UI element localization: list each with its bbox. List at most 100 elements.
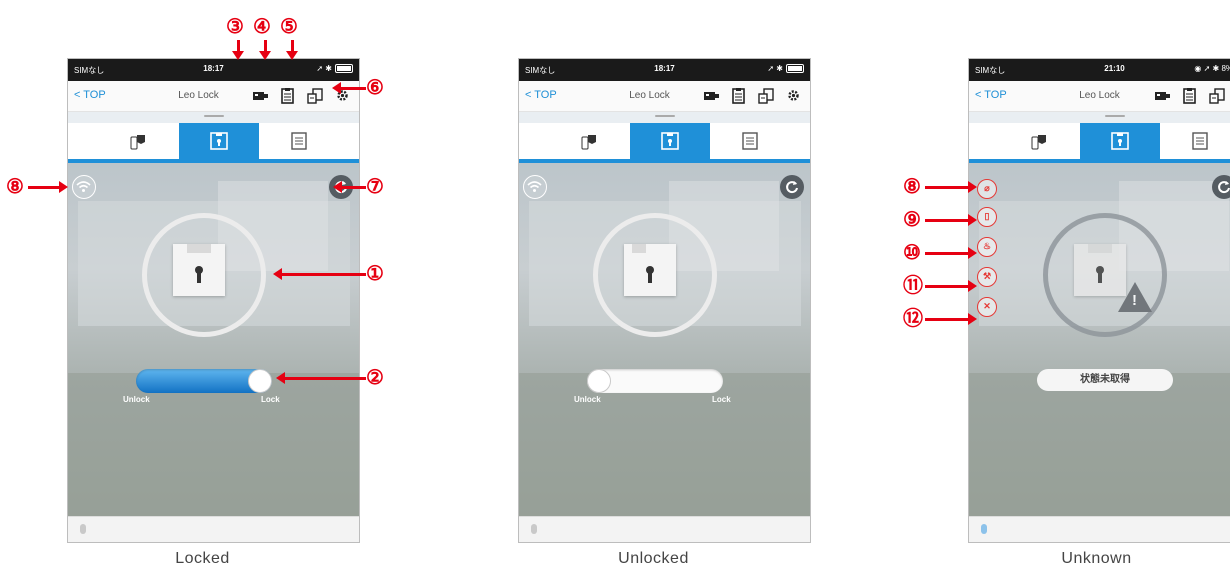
annotation-8b: ⑧ — [903, 176, 921, 198]
background-ground — [519, 373, 810, 516]
tab-bar — [519, 123, 810, 159]
lock-button[interactable] — [593, 213, 717, 337]
arrow-3 — [232, 40, 244, 60]
refresh-icon — [786, 181, 798, 194]
lock-button[interactable]: ! — [1043, 213, 1167, 337]
lock-icon — [173, 244, 225, 296]
tab-key-phone[interactable] — [1000, 123, 1080, 159]
tab-history[interactable] — [710, 123, 790, 159]
tab-bar — [68, 123, 359, 159]
share-icon[interactable] — [757, 87, 775, 104]
annotation-7: ⑦ — [366, 176, 384, 198]
annotation-2: ② — [366, 367, 384, 389]
lock-panel: ⌀ ▯ ♨ ⚒ ✕ ! 状態未取得 — [969, 163, 1230, 516]
caption-unknown: Unknown — [1061, 550, 1132, 567]
status-bar: SIMなし 18:17 ➚ ✱ — [68, 59, 359, 81]
tab-lock[interactable] — [630, 123, 710, 159]
lock-slider[interactable] — [136, 369, 272, 393]
refresh-button[interactable] — [780, 175, 804, 199]
status-bar: SIMなし 18:17 ➚ ✱ — [519, 59, 810, 81]
microphone-icon[interactable] — [531, 524, 537, 534]
lock-label: Lock — [261, 395, 280, 404]
clipboard-icon[interactable] — [730, 87, 747, 105]
lock-button[interactable] — [142, 213, 266, 337]
arrow-10 — [925, 247, 977, 259]
refresh-button[interactable] — [1212, 175, 1230, 199]
arrow-12 — [925, 313, 977, 325]
camera-icon[interactable] — [252, 87, 269, 104]
list-tab-icon — [291, 132, 307, 150]
clock: 18:17 — [654, 64, 675, 73]
arrow-8 — [28, 181, 68, 193]
phone-unlocked: SIMなし 18:17 ➚ ✱ < TOP Leo Lock Unlock Lo… — [518, 58, 811, 543]
input-bar — [519, 516, 810, 542]
annotation-11: ⑪ — [903, 275, 923, 297]
annotation-5: ⑤ — [280, 16, 298, 38]
annotation-12: ⑫ — [903, 308, 923, 330]
tab-history[interactable] — [1160, 123, 1230, 159]
arrow-1 — [273, 268, 366, 280]
camera-icon[interactable] — [1154, 87, 1171, 104]
clipboard-icon[interactable] — [279, 87, 296, 105]
drag-handle[interactable] — [1105, 115, 1125, 117]
input-bar — [969, 516, 1230, 542]
drag-handle[interactable] — [654, 115, 675, 117]
tamper-icon: ⚒ — [977, 267, 997, 287]
share-icon[interactable] — [306, 87, 324, 104]
arrow-6 — [332, 82, 366, 94]
arrow-7 — [333, 181, 366, 193]
clock: 21:10 — [1104, 64, 1125, 73]
key-phone-icon — [581, 135, 596, 150]
annotation-9: ⑨ — [903, 209, 921, 231]
annotation-10: ⑩ — [903, 242, 921, 264]
battery-alert-icon: ▯ — [977, 207, 997, 227]
key-phone-icon — [1031, 135, 1046, 150]
lock-tab-icon — [661, 132, 679, 150]
no-signal-icon: ⌀ — [977, 179, 997, 199]
share-icon[interactable] — [1208, 87, 1226, 104]
camera-icon[interactable] — [703, 87, 720, 104]
arrow-2 — [276, 372, 366, 384]
phone-locked: SIMなし 18:17 ➚ ✱ < TOP Leo Lock Unlock Lo… — [67, 58, 360, 543]
error-icon: ✕ — [977, 297, 997, 317]
lock-slider[interactable] — [587, 369, 723, 393]
list-tab-icon — [742, 132, 758, 150]
clock: 18:17 — [203, 64, 224, 73]
clipboard-icon[interactable] — [1181, 87, 1198, 105]
wifi-icon — [523, 175, 547, 199]
tab-history[interactable] — [259, 123, 339, 159]
caption-unlocked: Unlocked — [618, 550, 689, 567]
arrow-8b — [925, 181, 977, 193]
unlock-label: Unlock — [123, 395, 150, 404]
fire-icon: ♨ — [977, 237, 997, 257]
warning-mark: ! — [1132, 292, 1137, 309]
microphone-icon[interactable] — [981, 524, 987, 534]
slider-knob[interactable] — [248, 369, 272, 393]
tab-key-phone[interactable] — [550, 123, 630, 159]
lock-tab-icon — [1111, 132, 1129, 150]
nav-bar: < TOP Leo Lock — [68, 81, 359, 112]
gear-icon[interactable] — [785, 87, 802, 104]
drag-handle[interactable] — [203, 115, 224, 117]
arrow-5 — [286, 40, 298, 60]
lock-label: Lock — [712, 395, 731, 404]
arrow-4 — [259, 40, 271, 60]
annotation-1: ① — [366, 263, 384, 285]
nav-bar: < TOP Leo Lock — [969, 81, 1230, 112]
nav-bar: < TOP Leo Lock — [519, 81, 810, 112]
status-pill: 状態未取得 — [1037, 369, 1173, 391]
tab-lock[interactable] — [179, 123, 259, 159]
annotation-3: ③ — [226, 16, 244, 38]
arrow-9 — [925, 214, 977, 226]
tab-lock[interactable] — [1080, 123, 1160, 159]
background-ground — [969, 373, 1230, 516]
wifi-icon — [72, 175, 96, 199]
lock-tab-icon — [210, 132, 228, 150]
microphone-icon[interactable] — [80, 524, 86, 534]
annotation-4: ④ — [253, 16, 271, 38]
tab-key-phone[interactable] — [99, 123, 179, 159]
key-phone-icon — [130, 135, 145, 150]
slider-knob[interactable] — [587, 369, 611, 393]
annotation-6: ⑥ — [366, 77, 384, 99]
lock-panel: Unlock Lock — [68, 163, 359, 516]
